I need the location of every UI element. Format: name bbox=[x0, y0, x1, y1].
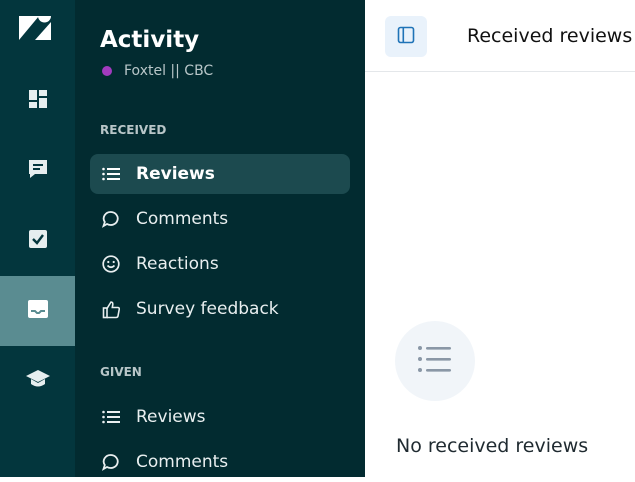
sidebar-item-label: Reactions bbox=[136, 254, 219, 274]
sidebar-item-given-comments[interactable]: Comments bbox=[90, 442, 350, 482]
rail-tasks[interactable] bbox=[0, 206, 75, 276]
sidebar-item-received-reviews[interactable]: Reviews bbox=[90, 154, 350, 194]
rail-dashboard[interactable] bbox=[0, 66, 75, 136]
list-icon bbox=[101, 407, 121, 427]
list-icon bbox=[101, 164, 121, 184]
org-status-dot bbox=[102, 66, 112, 76]
rail-conversations[interactable] bbox=[0, 136, 75, 206]
sidebar-item-received-comments[interactable]: Comments bbox=[90, 199, 350, 239]
smiley-icon bbox=[101, 254, 121, 274]
empty-state-illustration bbox=[395, 321, 475, 401]
sidebar-item-label: Survey feedback bbox=[136, 299, 279, 319]
sidebar-title: Activity bbox=[100, 27, 200, 53]
main-panel: Received reviews No received reviews bbox=[365, 0, 635, 477]
sidebar-toggle-button[interactable] bbox=[385, 16, 427, 57]
rail-activity[interactable] bbox=[0, 276, 75, 346]
zendesk-logo-icon[interactable] bbox=[17, 14, 53, 42]
comment-icon bbox=[101, 209, 121, 229]
sidebar-item-given-reviews[interactable]: Reviews bbox=[90, 397, 350, 437]
sidebar-panel-icon bbox=[397, 26, 415, 48]
sidebar-item-survey-feedback[interactable]: Survey feedback bbox=[90, 289, 350, 329]
sidebar-item-label: Reviews bbox=[136, 164, 215, 184]
sidebar-item-received-reactions[interactable]: Reactions bbox=[90, 244, 350, 284]
comment-icon bbox=[101, 452, 121, 472]
received-heading: RECEIVED bbox=[100, 123, 167, 137]
rail-learning[interactable] bbox=[0, 346, 75, 416]
org-name: Foxtel || CBC bbox=[124, 63, 214, 79]
list-icon bbox=[417, 345, 453, 377]
sidebar-item-label: Comments bbox=[136, 209, 229, 229]
given-heading: GIVEN bbox=[100, 365, 142, 379]
checkbox-icon bbox=[28, 229, 48, 253]
empty-state-message: No received reviews bbox=[396, 435, 589, 457]
app-rail bbox=[0, 0, 75, 477]
inbox-icon bbox=[27, 299, 49, 323]
sidebar-item-label: Reviews bbox=[136, 407, 206, 427]
sidebar-item-label: Comments bbox=[136, 452, 229, 472]
main-header: Received reviews bbox=[365, 0, 635, 72]
thumbs-up-icon bbox=[101, 299, 121, 319]
chat-icon bbox=[27, 158, 49, 184]
dashboard-icon bbox=[28, 89, 48, 113]
graduation-cap-icon bbox=[25, 369, 51, 393]
activity-sidebar: Activity Foxtel || CBC RECEIVED Reviews … bbox=[75, 0, 365, 477]
org-indicator[interactable]: Foxtel || CBC bbox=[102, 63, 213, 79]
page-title: Received reviews bbox=[467, 25, 633, 47]
